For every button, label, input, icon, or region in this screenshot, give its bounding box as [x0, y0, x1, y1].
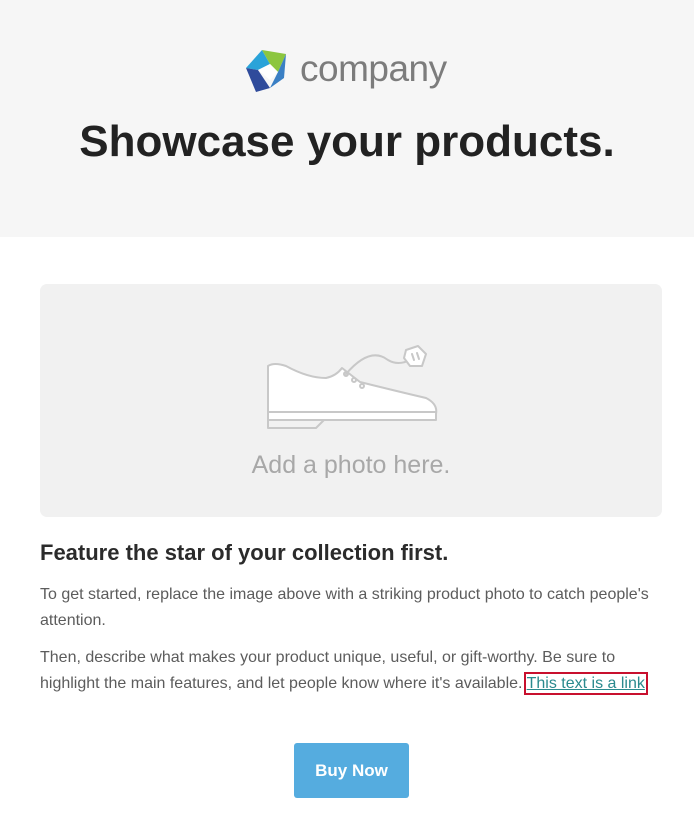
photo-caption: Add a photo here.: [251, 451, 451, 479]
description-paragraph: Then, describe what makes your product u…: [40, 645, 665, 697]
buy-now-button[interactable]: Buy Now: [294, 743, 409, 798]
page-title: Showcase your products.: [79, 117, 615, 166]
description-end: .: [644, 675, 650, 692]
text-link[interactable]: This text is a link: [523, 672, 648, 695]
photo-placeholder[interactable]: Add a photo here.: [40, 284, 662, 517]
company-logo: company: [240, 44, 447, 96]
logo-text: company: [300, 47, 447, 89]
shoe-icon: [267, 345, 438, 429]
email-header: company Showcase your products.: [0, 0, 694, 237]
intro-paragraph: To get started, replace the image above …: [40, 586, 649, 629]
feature-heading: Feature the star of your collection firs…: [40, 540, 449, 565]
company-logo-icon: [246, 50, 286, 92]
